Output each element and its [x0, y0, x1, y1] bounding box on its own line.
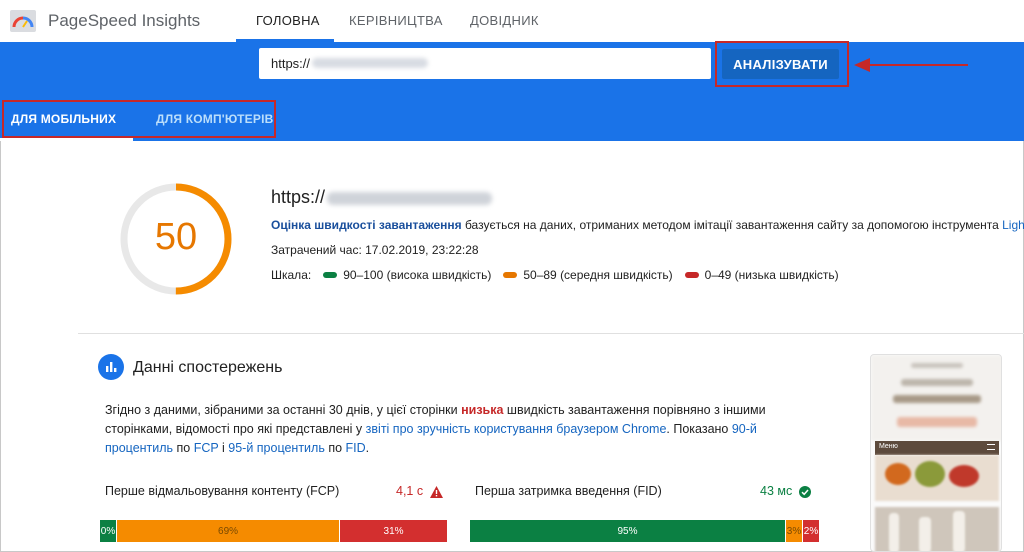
score-info-link[interactable]: Оцінка швидкості завантаження	[271, 218, 462, 232]
warning-triangle-icon	[430, 486, 443, 498]
field-text-part: .	[365, 441, 370, 455]
p95-link[interactable]: 95-й процентиль	[228, 441, 325, 455]
device-tab-indicator	[0, 138, 133, 141]
tab-help[interactable]: ДОВІДНИК	[470, 13, 539, 28]
scale-pill-fast	[323, 272, 338, 278]
arrow-left-icon	[854, 58, 968, 72]
metric-fid-value: 43 мс	[760, 484, 793, 498]
score-scale: Шкала: 90–100 (висока швидкість) 50–89 (…	[271, 268, 839, 282]
url-redacted	[312, 58, 428, 68]
distribution-segment: 3%	[786, 520, 803, 542]
analyze-button[interactable]: АНАЛІЗУВАТИ	[722, 49, 839, 79]
field-text-part: по	[173, 441, 194, 455]
speed-category-low: низька	[461, 403, 504, 417]
bar-chart-icon	[98, 354, 124, 380]
fcp-link[interactable]: FCP	[194, 441, 219, 455]
fid-link[interactable]: FID	[346, 441, 366, 455]
analyzed-url: https://	[271, 187, 326, 207]
metric-fcp-value: 4,1 с	[396, 484, 424, 498]
field-data-text: Згідно з даними, зібраними за останні 30…	[105, 401, 785, 458]
fcp-distribution-bar: 0% 69% 31%	[100, 520, 448, 542]
score-value: 50	[154, 216, 198, 258]
check-circle-icon	[799, 486, 811, 498]
tab-home[interactable]: ГОЛОВНА	[256, 13, 320, 28]
score-description: Оцінка швидкості завантаження базується …	[271, 218, 1024, 232]
section-divider	[78, 333, 1024, 334]
scale-item-slow: 0–49 (низька швидкість)	[704, 268, 839, 282]
pagespeed-logo-icon	[10, 10, 36, 32]
thumbnail-product-image-2	[875, 507, 999, 551]
scale-pill-slow	[684, 272, 699, 278]
thumbnail-menu-bar: Меню	[875, 441, 999, 455]
scale-label: Шкала:	[271, 268, 312, 282]
thumbnail-product-image	[875, 455, 999, 501]
analyzed-url-redacted	[327, 192, 492, 205]
scale-item-average: 50–89 (середня швидкість)	[523, 268, 673, 282]
thumbnail-menu-label: Меню	[879, 443, 898, 450]
tab-desktop[interactable]: ДЛЯ КОМП'ЮТЕРІВ	[156, 112, 273, 126]
scale-item-fast: 90–100 (висока швидкість)	[343, 268, 492, 282]
distribution-segment: 0%	[100, 520, 117, 542]
page-screenshot-thumbnail: Меню	[870, 354, 1002, 552]
tab-mobile[interactable]: ДЛЯ МОБІЛЬНИХ	[11, 112, 116, 126]
lighthouse-link[interactable]: Lighthouse	[1002, 218, 1024, 232]
field-text-part: . Показано	[666, 422, 732, 436]
tab-guides[interactable]: КЕРІВНИЦТВА	[349, 13, 443, 28]
scale-pill-average	[503, 272, 518, 278]
metric-fid-name: Перша затримка введення (FID)	[475, 484, 662, 498]
thumbnail-header	[871, 355, 1001, 441]
menu-icon	[987, 444, 995, 450]
crux-report-link[interactable]: звіті про зручність користування браузер…	[366, 422, 667, 436]
fid-distribution-bar: 95% 3% 2%	[470, 520, 820, 542]
field-text-part: Згідно з даними, зібраними за останні 30…	[105, 403, 462, 417]
field-data-title: Данні спостережень	[133, 359, 283, 376]
distribution-segment: 2%	[803, 520, 820, 542]
metric-fcp-name: Перше відмальовування контенту (FCP)	[105, 484, 340, 498]
app-title: PageSpeed Insights	[48, 11, 201, 30]
distribution-segment: 69%	[117, 520, 341, 542]
distribution-segment: 95%	[470, 520, 786, 542]
field-text-part: по	[324, 441, 346, 455]
score-description-text: базується на даних, отриманих методом ім…	[461, 218, 1003, 232]
field-text-part: і	[218, 441, 229, 455]
analysis-time: Затрачений час: 17.02.2019, 23:22:28	[271, 243, 479, 257]
top-app-bar: PageSpeed Insights ГОЛОВНА КЕРІВНИЦТВА Д…	[0, 0, 1024, 42]
distribution-segment: 31%	[340, 520, 448, 542]
